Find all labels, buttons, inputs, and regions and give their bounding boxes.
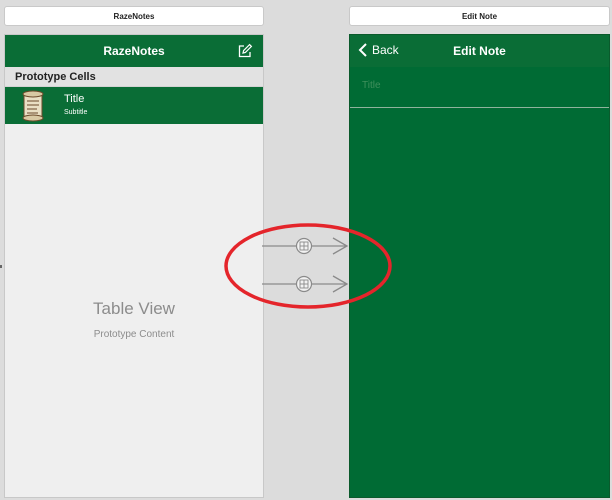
title-placeholder: Title [362, 80, 381, 91]
cell-subtitle: Subtitle [64, 109, 88, 116]
prototype-cell[interactable]: Title Subtitle [5, 87, 263, 124]
canvas-edge-marker [0, 265, 2, 268]
navigation-bar: Back Edit Note [350, 35, 609, 67]
nav-title: Edit Note [453, 44, 506, 58]
title-text-field[interactable]: Title [350, 67, 609, 108]
cell-title: Title [64, 93, 85, 105]
scroll-icon [22, 90, 44, 122]
prototype-content-label: Prototype Content [93, 329, 175, 340]
scene-label-razenotes[interactable]: RazeNotes [4, 6, 264, 26]
section-header: Prototype Cells [5, 67, 263, 87]
scene-label-edit-note[interactable]: Edit Note [349, 6, 610, 26]
nav-title: RazeNotes [103, 44, 165, 58]
highlight-ellipse [224, 223, 392, 309]
navigation-bar: RazeNotes [5, 35, 263, 67]
compose-icon[interactable] [237, 43, 253, 59]
